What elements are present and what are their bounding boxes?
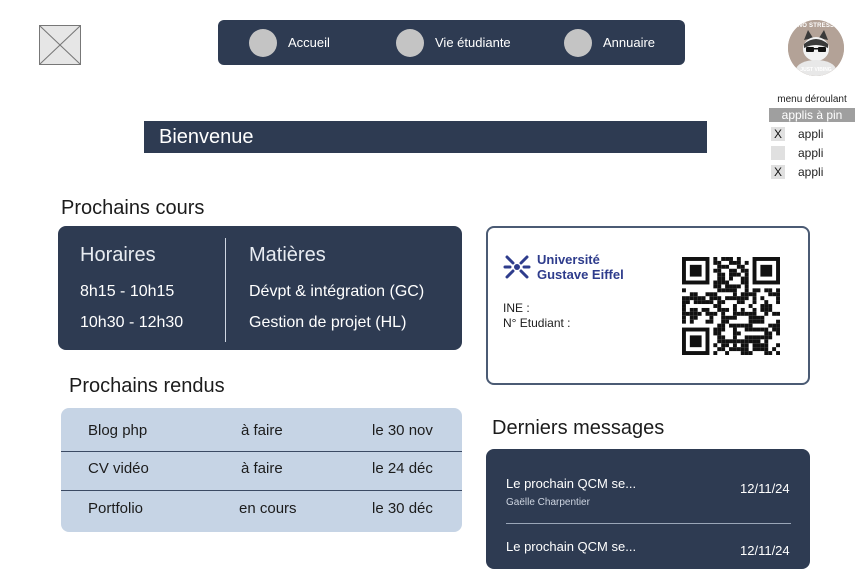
nav-item-label: Vie étudiante — [435, 35, 511, 50]
row-divider — [61, 451, 462, 452]
row-divider — [61, 490, 462, 491]
nav-item-label: Annuaire — [603, 35, 656, 50]
welcome-banner: Bienvenue — [144, 121, 707, 153]
nav-vie-etudiante-icon — [396, 28, 424, 57]
app-checkbox[interactable] — [771, 146, 785, 160]
student-number-label: N° Etudiant : — [503, 316, 571, 330]
nav-item-vie-etudiante[interactable]: Vie étudiante — [396, 20, 511, 65]
pinned-apps-header[interactable]: applis à pin — [769, 108, 855, 122]
message-divider — [506, 523, 791, 524]
message-author: Gaëlle Charpentier — [506, 497, 590, 508]
avatar[interactable]: NO STRESS JUST VIBING — [788, 20, 844, 76]
course-time: 8h15 - 10h15 — [80, 283, 175, 300]
logo-placeholder[interactable] — [39, 25, 81, 65]
deliverable-due: le 24 déc — [372, 460, 433, 477]
message-date: 12/11/24 — [740, 481, 790, 496]
courses-divider — [225, 238, 226, 342]
university-name-line2: Gustave Eiffel — [537, 267, 624, 282]
ine-label: INE : — [503, 301, 530, 315]
student-id-card[interactable]: Université Gustave Eiffel INE : N° Etudi… — [486, 226, 810, 385]
app-label: appli — [798, 146, 824, 160]
app-checkbox[interactable]: X — [771, 165, 785, 179]
deliverable-name: Blog php — [88, 422, 148, 439]
deliverable-due: le 30 déc — [372, 500, 433, 517]
university-name-line1: Université — [537, 252, 600, 267]
qr-code-icon — [682, 257, 780, 355]
nav-item-annuaire[interactable]: Annuaire — [564, 20, 655, 65]
deliverable-status: en cours — [239, 500, 297, 517]
top-nav: Accueil Vie étudiante Annuaire — [218, 20, 685, 65]
hours-column-header: Horaires — [80, 244, 156, 266]
course-subject: Gestion de projet (HL) — [249, 314, 407, 331]
subjects-column-header: Matières — [249, 244, 326, 266]
deliverables-card: Blog php à faire le 30 nov CV vidéo à fa… — [61, 408, 462, 532]
image-placeholder-icon — [39, 25, 81, 65]
menu-app-item[interactable]: X appli — [771, 165, 823, 179]
menu-app-item[interactable]: appli — [771, 146, 823, 160]
app-label: appli — [798, 127, 824, 141]
courses-card: Horaires Matières 8h15 - 10h15 Dévpt & i… — [58, 226, 462, 350]
deliverable-name: CV vidéo — [88, 460, 149, 477]
messages-card: Le prochain QCM se... Gaëlle Charpentier… — [486, 449, 810, 569]
university-emblem-icon — [503, 255, 531, 279]
avatar-top-caption: NO STRESS — [797, 23, 835, 29]
university-logo: Université Gustave Eiffel — [503, 252, 624, 282]
nav-item-accueil[interactable]: Accueil — [249, 20, 330, 65]
courses-section-title: Prochains cours — [61, 197, 205, 219]
app-checkbox[interactable]: X — [771, 127, 785, 141]
course-time: 10h30 - 12h30 — [80, 314, 184, 331]
nav-annuaire-icon — [564, 28, 592, 57]
course-subject: Dévpt & intégration (GC) — [249, 283, 425, 300]
deliverable-due: le 30 nov — [372, 422, 433, 439]
nav-accueil-icon — [249, 28, 277, 57]
message-preview: Le prochain QCM se... — [506, 476, 637, 491]
nav-item-label: Accueil — [288, 35, 330, 50]
deliverable-name: Portfolio — [88, 500, 144, 517]
app-label: appli — [798, 165, 824, 179]
deliverable-status: à faire — [241, 422, 283, 439]
message-preview: Le prochain QCM se... — [506, 539, 637, 554]
deliverable-status: à faire — [241, 460, 283, 477]
deliverables-section-title: Prochains rendus — [69, 375, 225, 397]
menu-app-item[interactable]: X appli — [771, 127, 823, 141]
dropdown-menu-label[interactable]: menu déroulant — [767, 94, 857, 105]
messages-section-title: Derniers messages — [492, 417, 665, 439]
avatar-bottom-caption: JUST VIBING — [800, 67, 832, 73]
welcome-title: Bienvenue — [159, 125, 254, 148]
